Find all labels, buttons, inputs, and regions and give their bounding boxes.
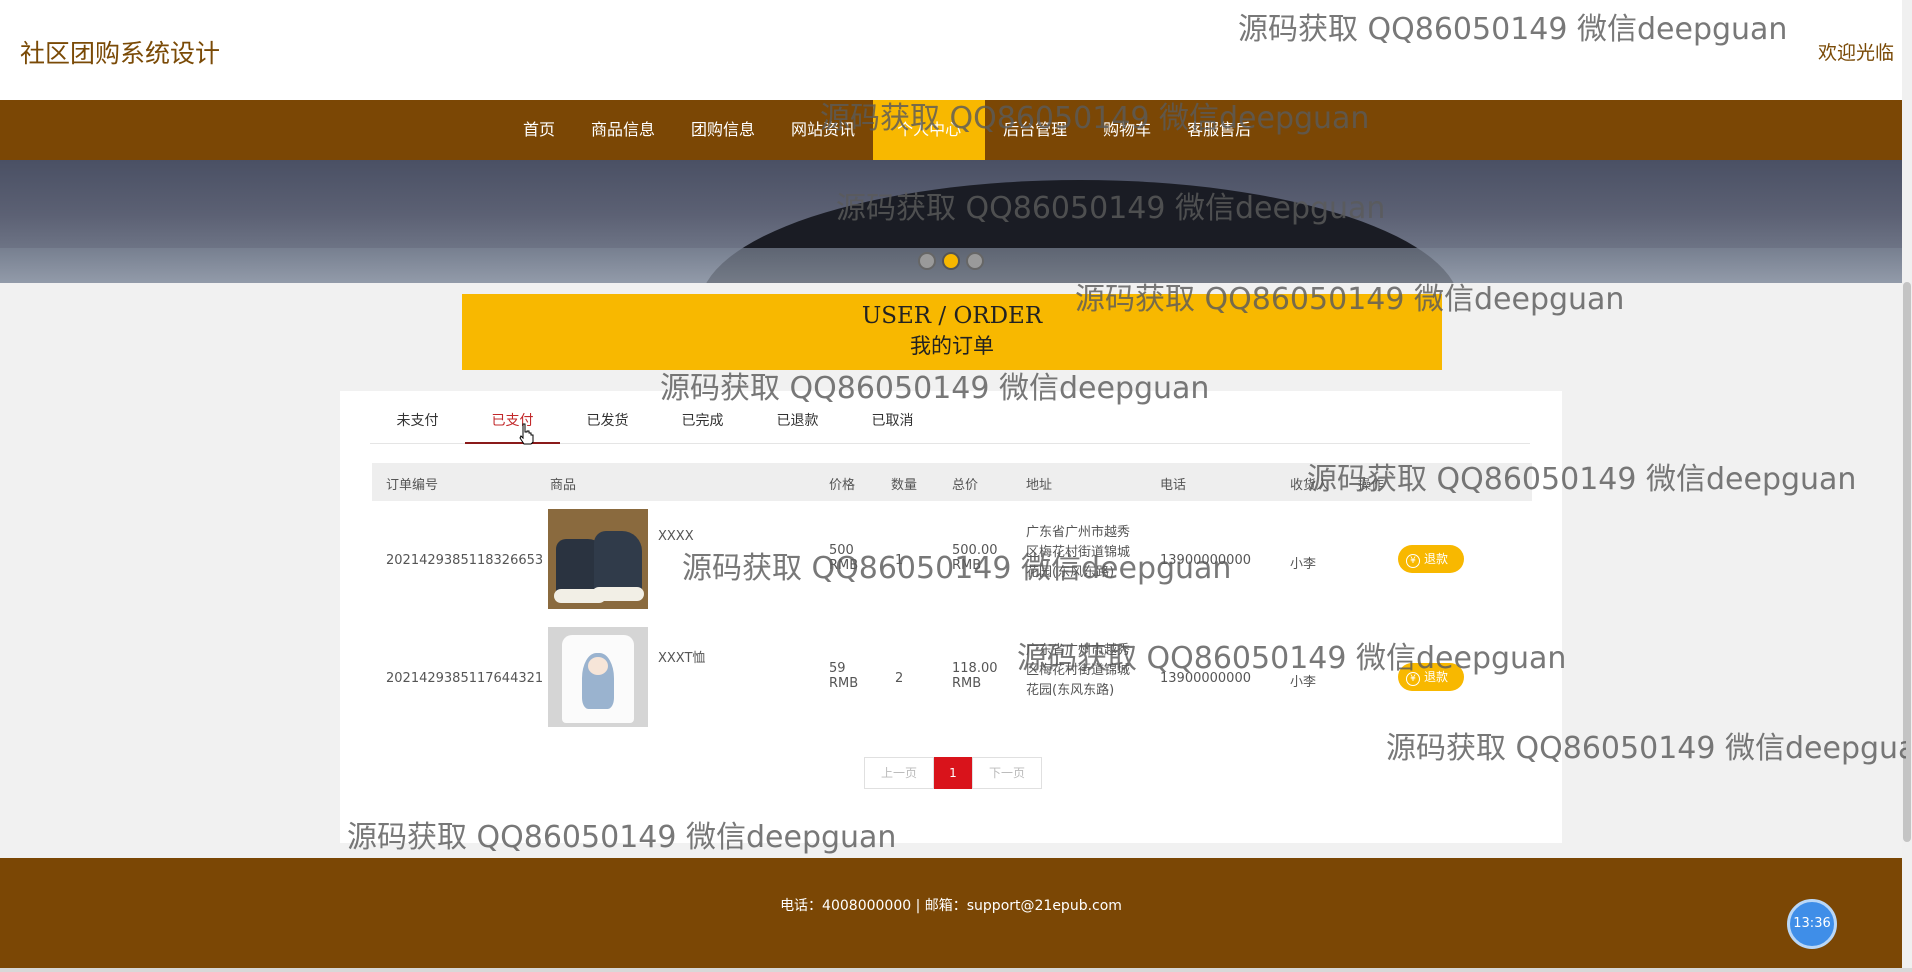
nav-item-news[interactable]: 网站资讯: [773, 100, 873, 160]
carousel-dot[interactable]: [966, 252, 984, 270]
site-title: 社区团购系统设计: [20, 39, 221, 68]
price: 500 RMB: [829, 543, 859, 573]
address: 广东省广州市越秀区梅花村街道锦城花园(东风东路): [1026, 525, 1131, 580]
tab-cancelled[interactable]: 已取消: [845, 411, 940, 443]
table-row: 2021429385118326653 XXXX 500 RMB 1 500.0…: [372, 509, 1532, 619]
tab-refunded[interactable]: 已退款: [750, 411, 845, 443]
main-nav: 首页 商品信息 团购信息 网站资讯 个人中心 后台管理 购物车 客服售后: [0, 100, 1902, 160]
nav-item-personal-center[interactable]: 个人中心: [873, 100, 986, 160]
page-scrollbar[interactable]: [1902, 0, 1912, 972]
col-order-no: 订单编号: [386, 478, 439, 493]
yen-icon: ¥: [1406, 554, 1420, 568]
col-total: 总价: [952, 478, 979, 493]
yen-icon: ¥: [1406, 672, 1420, 686]
receiver: 小李: [1290, 675, 1317, 690]
banner-carousel: [0, 160, 1902, 283]
quantity: 1: [895, 553, 904, 568]
phone: 13900000000: [1160, 671, 1251, 686]
taskbar-edge: [0, 968, 1912, 972]
refund-button[interactable]: ¥ 退款: [1398, 545, 1464, 573]
col-receiver: 收货人: [1290, 478, 1330, 493]
price: 59 RMB: [829, 661, 859, 691]
total-price: 500.00 RMB: [952, 543, 998, 573]
page-1-button[interactable]: 1: [934, 757, 972, 789]
carousel-dot[interactable]: [918, 252, 936, 270]
nav-item-cart[interactable]: 购物车: [1085, 100, 1169, 160]
footer-contact: 电话：4008000000 | 邮箱：support@21epub.com: [780, 898, 1122, 914]
col-price: 价格: [829, 478, 856, 493]
nav-item-group-buy[interactable]: 团购信息: [673, 100, 773, 160]
footer: 电话：4008000000 | 邮箱：support@21epub.com: [0, 858, 1902, 968]
col-action: 操作: [1358, 478, 1385, 493]
order-tabs: 未支付 已支付 已发货 已完成 已退款 已取消: [370, 411, 1530, 444]
receiver: 小李: [1290, 557, 1317, 572]
table-header: 订单编号 商品 价格 数量 总价 地址 电话 收货人 操作: [372, 463, 1532, 501]
next-page-button[interactable]: 下一页: [972, 757, 1042, 789]
tab-paid[interactable]: 已支付: [465, 411, 560, 444]
total-price: 118.00 RMB: [952, 661, 998, 691]
section-header: USER / ORDER 我的订单: [462, 294, 1442, 370]
nav-item-admin[interactable]: 后台管理: [985, 100, 1085, 160]
welcome-text: 欢迎光临: [1817, 42, 1894, 64]
order-number: 2021429385118326653: [386, 553, 544, 568]
product-image[interactable]: [548, 627, 648, 727]
product-name[interactable]: XXXX: [658, 529, 694, 544]
tab-shipped[interactable]: 已发货: [560, 411, 655, 443]
order-number: 2021429385117644321: [386, 671, 544, 686]
col-phone: 电话: [1160, 478, 1187, 493]
quantity: 2: [895, 671, 904, 686]
col-address: 地址: [1026, 478, 1053, 493]
col-product: 商品: [550, 478, 577, 493]
nav-item-home[interactable]: 首页: [505, 100, 573, 160]
product-name[interactable]: XXXT恤: [658, 647, 705, 666]
orders-panel: 未支付 已支付 已发货 已完成 已退款 已取消 订单编号 商品 价格 数量 总价…: [340, 391, 1562, 843]
col-qty: 数量: [891, 478, 918, 493]
tab-unpaid[interactable]: 未支付: [370, 411, 465, 443]
hand-cursor-icon: [519, 423, 534, 445]
carousel-dots: [918, 252, 984, 270]
top-header: 社区团购系统设计 欢迎光临: [0, 0, 1902, 100]
table-row: 2021429385117644321 XXXT恤 59 RMB 2 118.0…: [372, 627, 1532, 737]
section-title-en: USER / ORDER: [861, 303, 1043, 329]
nav-item-products[interactable]: 商品信息: [573, 100, 673, 160]
pagination: 上一页 1 下一页: [864, 757, 1042, 789]
address: 广东省广州市越秀区梅花村街道锦城花园(东风东路): [1026, 643, 1131, 698]
nav-item-service[interactable]: 客服售后: [1169, 100, 1269, 160]
section-title-zh: 我的订单: [910, 334, 994, 358]
phone: 13900000000: [1160, 553, 1251, 568]
prev-page-button[interactable]: 上一页: [864, 757, 934, 789]
floating-clock-widget[interactable]: 13:36: [1787, 899, 1837, 949]
scroll-thumb[interactable]: [1903, 282, 1911, 842]
product-image[interactable]: [548, 509, 648, 609]
refund-button[interactable]: ¥ 退款: [1398, 663, 1464, 691]
tab-completed[interactable]: 已完成: [655, 411, 750, 443]
carousel-dot-active[interactable]: [942, 252, 960, 270]
